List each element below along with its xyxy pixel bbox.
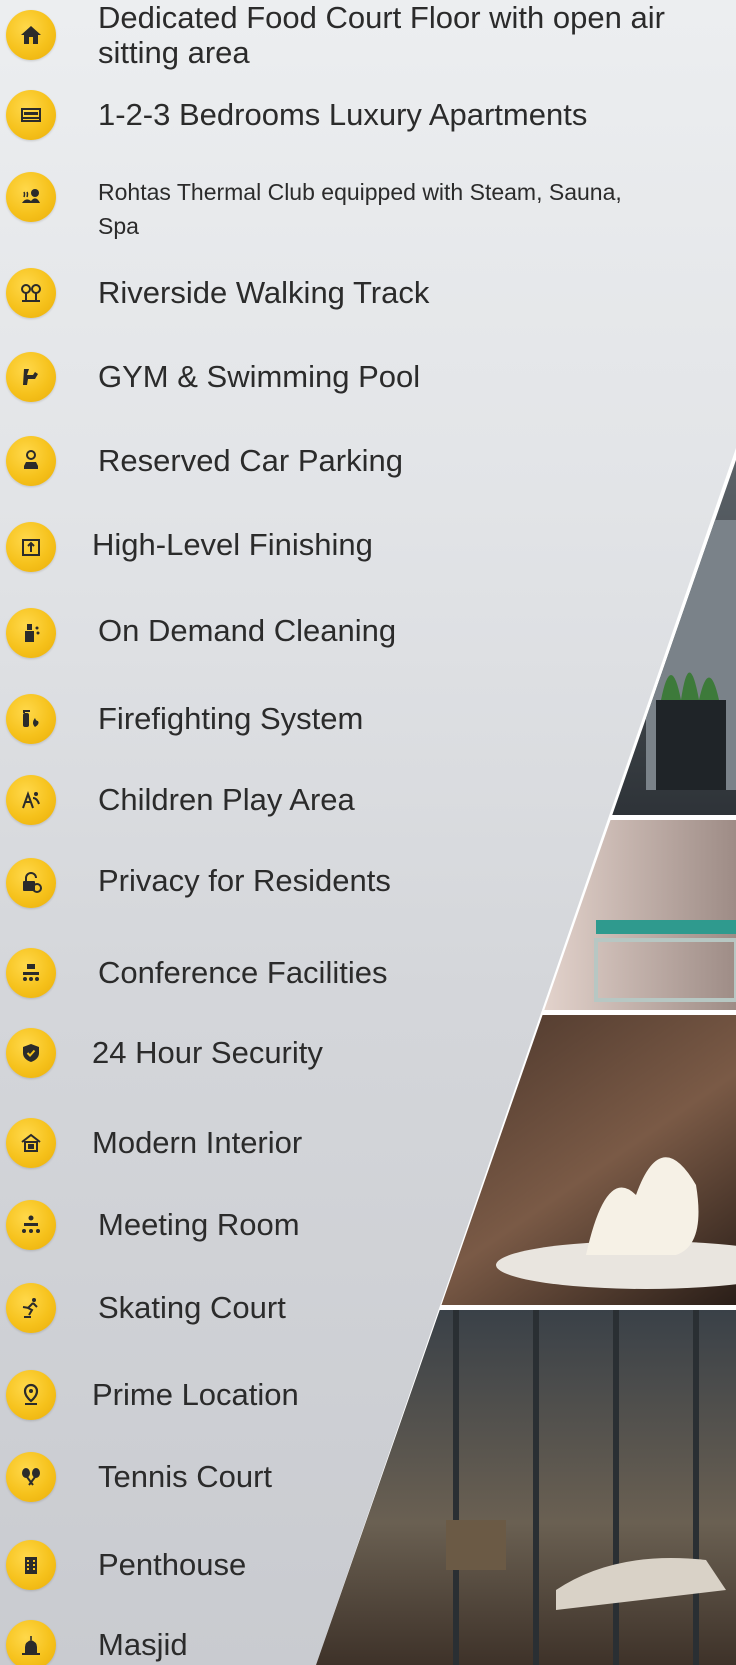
list-item: Reserved Car Parking [0, 436, 700, 496]
list-item: Conference Facilities [0, 948, 700, 1008]
list-item: Firefighting System [0, 694, 700, 754]
fire-extinguisher-icon [6, 694, 56, 744]
amenity-label: Meeting Room [98, 1207, 300, 1242]
amenity-label: Rohtas Thermal Club equipped with Steam,… [98, 179, 622, 239]
amenity-label: Reserved Car Parking [98, 443, 403, 478]
amenity-label: Riverside Walking Track [98, 275, 430, 310]
amenity-label: GYM & Swimming Pool [98, 359, 421, 394]
amenity-label: Children Play Area [98, 782, 355, 817]
list-item: Children Play Area [0, 775, 700, 835]
cleaning-icon [6, 608, 56, 658]
list-item: Masjid [0, 1620, 700, 1665]
list-item: Tennis Court [0, 1452, 700, 1512]
amenity-list: Dedicated Food Court Floor with open air… [0, 0, 736, 1665]
tower-icon [6, 1540, 56, 1590]
amenity-label: Prime Location [92, 1377, 299, 1412]
shield-icon [6, 1028, 56, 1078]
trees-icon [6, 268, 56, 318]
location-pin-icon [6, 1370, 56, 1420]
list-item: Skating Court [0, 1283, 700, 1343]
conference-icon [6, 948, 56, 998]
list-item: Modern Interior [0, 1118, 700, 1178]
list-item: Rohtas Thermal Club equipped with Steam,… [0, 172, 700, 252]
list-item: 1-2-3 Bedrooms Luxury Apartments [0, 90, 700, 150]
amenity-label: Masjid [98, 1627, 188, 1662]
spa-icon [6, 172, 56, 222]
amenities-brochure: Dedicated Food Court Floor with open air… [0, 0, 736, 1665]
amenity-label: Skating Court [98, 1290, 286, 1325]
list-item: Riverside Walking Track [0, 268, 700, 328]
list-item: Penthouse [0, 1540, 700, 1600]
amenity-label: Penthouse [98, 1547, 247, 1582]
amenity-label: High-Level Finishing [92, 527, 373, 562]
amenity-label: Conference Facilities [98, 955, 388, 990]
amenity-label: Privacy for Residents [98, 863, 391, 898]
list-item: Dedicated Food Court Floor with open air… [0, 0, 700, 80]
list-item: GYM & Swimming Pool [0, 352, 700, 412]
parking-icon [6, 436, 56, 486]
playground-icon [6, 775, 56, 825]
amenity-label: Tennis Court [98, 1459, 273, 1494]
amenity-label: Firefighting System [98, 701, 364, 736]
list-item: Prime Location [0, 1370, 700, 1430]
lock-icon [6, 858, 56, 908]
amenity-label: 24 Hour Security [92, 1035, 323, 1070]
amenity-label: Dedicated Food Court Floor with open air… [98, 0, 665, 70]
meeting-icon [6, 1200, 56, 1250]
gym-icon [6, 352, 56, 402]
list-item: On Demand Cleaning [0, 608, 700, 668]
amenity-label: 1-2-3 Bedrooms Luxury Apartments [98, 97, 588, 132]
list-item: Meeting Room [0, 1200, 700, 1260]
list-item: Privacy for Residents [0, 858, 700, 918]
list-item: 24 Hour Security [0, 1028, 700, 1088]
mosque-icon [6, 1620, 56, 1665]
list-item: High-Level Finishing [0, 522, 700, 582]
amenity-label: On Demand Cleaning [98, 613, 397, 648]
building-icon [6, 522, 56, 572]
bed-icon [6, 90, 56, 140]
house-icon [6, 1118, 56, 1168]
tennis-icon [6, 1452, 56, 1502]
home-icon [6, 10, 56, 60]
amenity-label: Modern Interior [92, 1125, 303, 1160]
skating-icon [6, 1283, 56, 1333]
